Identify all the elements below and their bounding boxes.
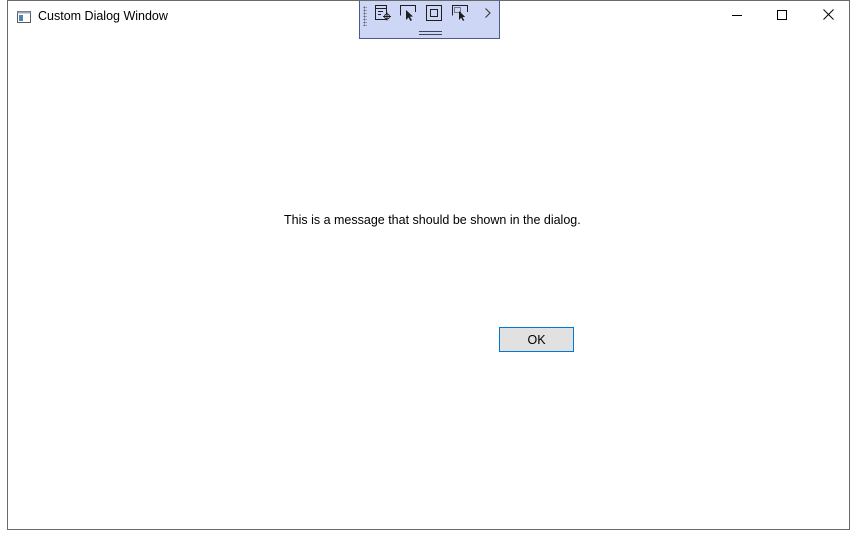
toolbar-grip[interactable]: [363, 6, 367, 26]
close-icon: [822, 7, 834, 25]
display-layout-adorners-icon: [425, 4, 443, 27]
toolbar-collapse-handle[interactable]: [419, 31, 442, 35]
live-visual-tree-icon: [374, 4, 392, 27]
custom-dialog-window: Custom Dialog Window This is a message t…: [7, 0, 850, 530]
chevron-right-icon: [484, 6, 492, 24]
expand-toolbar-button[interactable]: [480, 4, 496, 26]
go-to-live-visual-tree-button[interactable]: [372, 4, 394, 26]
select-element-icon: [399, 4, 417, 27]
ok-button[interactable]: OK: [499, 327, 574, 352]
select-element-button[interactable]: [397, 4, 419, 26]
dialog-message: This is a message that should be shown i…: [284, 213, 581, 227]
maximize-icon: [777, 7, 787, 25]
minimize-icon: [732, 7, 742, 25]
track-focused-element-button[interactable]: [449, 4, 471, 26]
track-focused-element-icon: [451, 4, 469, 27]
maximize-button[interactable]: [759, 1, 805, 31]
close-button[interactable]: [805, 1, 851, 31]
window-title: Custom Dialog Window: [38, 9, 168, 23]
in-app-debug-toolbar: [359, 1, 500, 39]
window-app-icon[interactable]: [17, 10, 31, 23]
display-layout-adorners-button[interactable]: [423, 4, 445, 26]
minimize-button[interactable]: [714, 1, 760, 31]
